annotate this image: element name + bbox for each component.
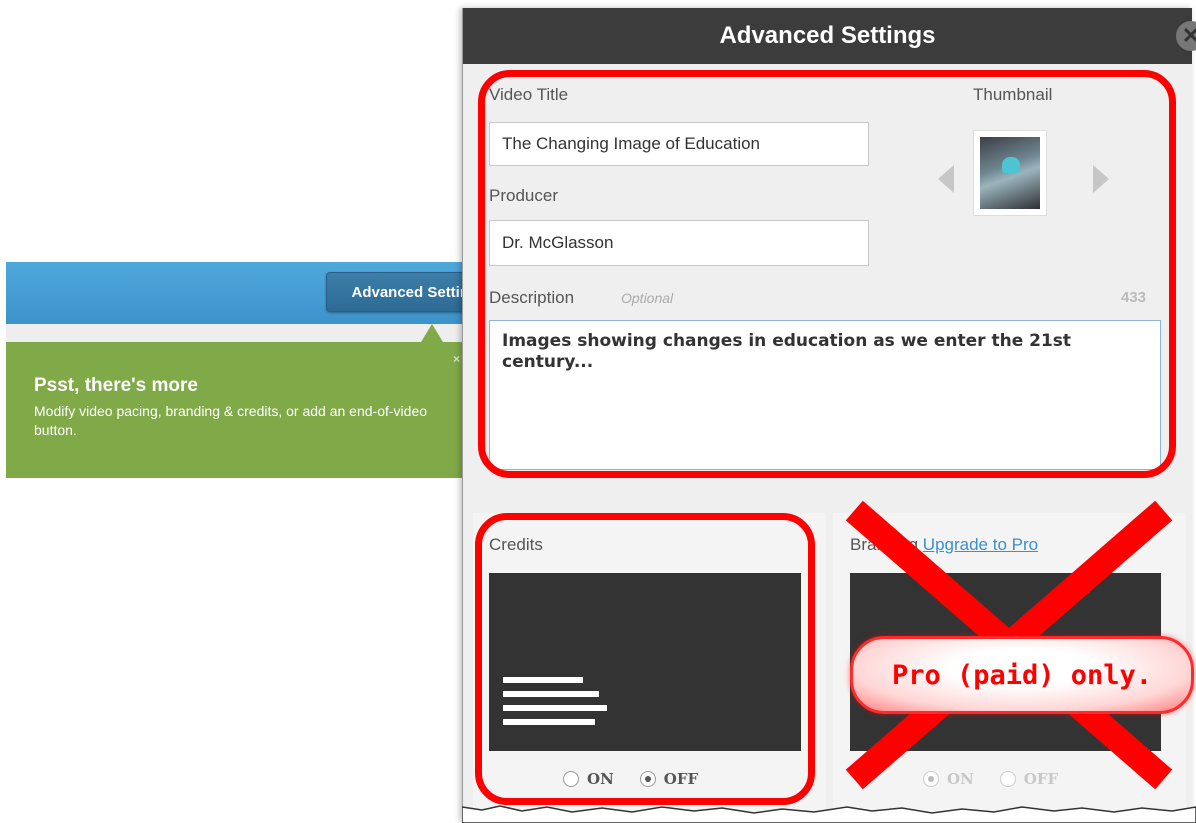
annotation-ring-details <box>478 70 1176 478</box>
tooltip-pointer <box>421 324 443 342</box>
dialog-header: Advanced Settings <box>463 8 1192 64</box>
branding-on-label: ON <box>947 770 974 788</box>
dialog-title: Advanced Settings <box>719 22 936 49</box>
tooltip-callout: × Psst, there's more Modify video pacing… <box>6 342 472 478</box>
annotation-ring-credits <box>475 513 815 805</box>
toolbar-divider <box>6 324 464 342</box>
torn-edge <box>462 805 1196 823</box>
upgrade-to-pro-link[interactable]: Upgrade to Pro <box>923 535 1038 554</box>
tooltip-close-icon[interactable]: × <box>453 352 460 366</box>
tooltip-title: Psst, there's more <box>34 375 198 396</box>
tooltip-body: Modify video pacing, branding & credits,… <box>34 403 428 438</box>
branding-toggle: ON OFF <box>923 770 1058 788</box>
branding-off-radio[interactable] <box>999 771 1016 787</box>
branding-on-radio[interactable] <box>923 771 939 787</box>
branding-off-label: OFF <box>1023 770 1059 788</box>
pro-only-badge: Pro (paid) only. <box>850 636 1194 714</box>
